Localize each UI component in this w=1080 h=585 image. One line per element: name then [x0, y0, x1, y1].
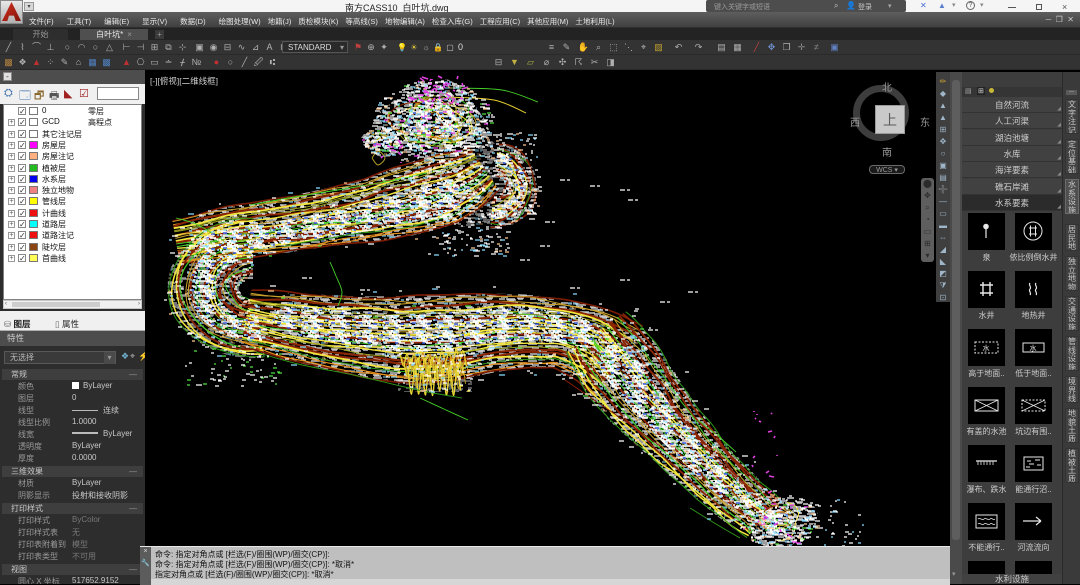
svg-text:水: 水 — [983, 344, 990, 353]
svg-text:水: 水 — [1030, 344, 1037, 353]
